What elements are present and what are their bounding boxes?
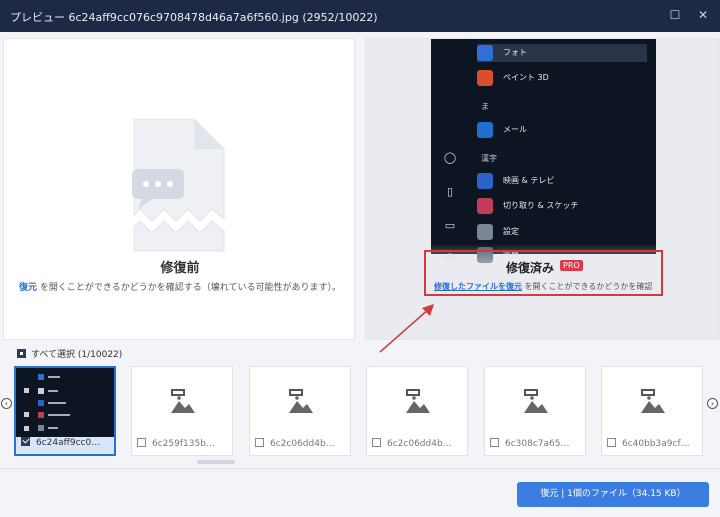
file-thumbnail[interactable]: 6c2c06dd4b… [366,366,468,456]
select-all-label: すべて選択 (1/10022) [31,350,123,360]
jpg-file-icon [289,389,313,413]
file-name: 6c308c7a65… [505,439,570,449]
pointer-arrow [379,304,434,353]
after-repair-label: 修復済み [506,261,555,275]
file-checkbox[interactable] [490,438,499,447]
mail-icon [477,122,493,138]
jpg-file-icon [171,389,195,413]
file-caption: 6c2c06dd4b… [250,438,350,455]
preview-menu-item: 設定 [477,223,647,241]
preview-menu-item: 切り取り & スケッチ [477,197,647,215]
file-caption: 6c24aff9cc0… [16,437,114,454]
select-all-checkbox[interactable]: すべて選択 (1/10022) [17,347,122,361]
thumbnail-preview [132,367,232,439]
file-caption: 6c308c7a65… [485,438,585,455]
file-checkbox[interactable] [21,437,30,446]
paint3d-icon [477,70,493,86]
file-name: 6c40bb3a9cf… [622,439,690,449]
preview-letter: 漢字 [481,154,497,163]
select-all-box[interactable] [17,349,26,358]
preview-letter: ま [481,102,489,111]
document-icon: ▯ [446,185,454,198]
recover-link[interactable]: 復元 [19,283,37,293]
thumbnail-preview [250,367,350,439]
preview-menu-label: ペイント 3D [503,73,549,82]
thumbnail-image [16,368,114,438]
file-checkbox[interactable] [607,438,616,447]
prev-arrow-icon[interactable]: ‹ [1,398,12,409]
settings-gear-icon [477,224,493,240]
file-caption: 6c40bb3a9cf… [602,438,702,455]
preview-menu-item: ペイント 3D [477,69,647,87]
recover-repaired-link[interactable]: 修復したファイルを復元 [434,282,522,291]
title-bar: プレビュー 6c24aff9cc076c9708478d46a7a6f560.j… [0,0,720,32]
jpg-file-icon [641,389,665,413]
image-icon: ▭ [444,219,456,232]
file-caption: 6c259f135b… [132,438,232,455]
jpg-file-icon [524,389,548,413]
file-thumbnail[interactable]: 6c308c7a65… [484,366,586,456]
file-name: 6c259f135b… [152,439,215,449]
maximize-icon[interactable]: ☐ [668,8,682,22]
preview-menu-item: メール [477,121,647,139]
user-icon: ◯ [443,151,457,164]
jpg-file-icon [406,389,430,413]
file-thumbnail[interactable]: 6c259f135b… [131,366,233,456]
preview-menu-item: フォト [477,44,647,62]
thumbnail-preview [602,367,702,439]
file-caption: 6c2c06dd4b… [367,438,467,455]
preview-menu-label: 切り取り & スケッチ [503,201,579,210]
file-thumbnail[interactable]: 6c2c06dd4b… [249,366,351,456]
after-preview-panel: フォト ペイント 3D ま メール 漢字 映画 & テレビ 切り取り & スケッ… [365,38,720,340]
after-repair-description: 修復したファイルを復元 を開くことができるかどうかを確認 [434,281,652,292]
file-checkbox[interactable] [255,438,264,447]
file-checkbox[interactable] [372,438,381,447]
close-icon[interactable]: ✕ [696,8,710,22]
thumbnail-preview [367,367,467,439]
file-thumbnail[interactable]: 6c24aff9cc0… [14,366,116,456]
before-repair-label: 修復前 [160,261,200,276]
thumbnail-preview [16,368,114,440]
snip-sketch-icon [477,198,493,214]
preview-menu-label: メール [503,125,527,134]
file-checkbox[interactable] [137,438,146,447]
photos-icon [477,45,493,61]
file-name: 6c2c06dd4b… [270,439,335,449]
broken-file-icon [132,118,225,252]
movies-icon [477,173,493,189]
file-name: 6c2c06dd4b… [387,439,452,449]
preview-menu-label: 設定 [503,227,519,236]
before-repair-description: 復元 を開くことができるかどうかを確認する（壊れている可能性があります）。 [4,280,356,293]
preview-menu-label: フォト [503,48,527,57]
pro-badge: PRO [560,260,583,271]
preview-menu-item: 映画 & テレビ [477,172,647,190]
before-preview-panel: 修復前 復元 を開くことができるかどうかを確認する（壊れている可能性があります）… [3,38,355,340]
thumbnail-scrollbar[interactable] [197,460,235,464]
next-arrow-icon[interactable]: › [707,398,718,409]
after-repair-hint: を開くことができるかどうかを確認 [522,282,653,291]
file-name: 6c24aff9cc0… [36,438,101,448]
before-repair-hint: を開くことができるかどうかを確認する（壊れている可能性があります）。 [37,283,341,293]
repaired-image-preview: フォト ペイント 3D ま メール 漢字 映画 & テレビ 切り取り & スケッ… [431,39,656,264]
recover-button[interactable]: 復元 | 1個のファイル（34.15 KB） [517,482,709,507]
preview-menu-label: 映画 & テレビ [503,176,555,185]
file-thumbnail[interactable]: 6c40bb3a9cf… [601,366,703,456]
window-title: プレビュー 6c24aff9cc076c9708478d46a7a6f560.j… [10,11,378,24]
thumbnail-preview [485,367,585,439]
